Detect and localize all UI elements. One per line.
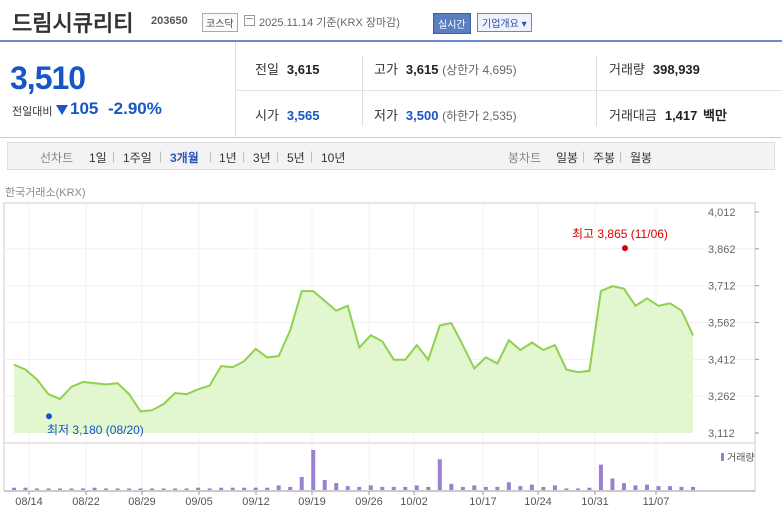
volume-bar (311, 450, 316, 490)
volume-bar (667, 486, 672, 490)
volume-bar (575, 488, 580, 490)
volume-bar (115, 488, 120, 490)
y-tick-label: 4,012 (708, 207, 736, 219)
volume-bar (587, 487, 592, 490)
volume-bar (391, 486, 396, 490)
x-tick-label: 09/05 (185, 496, 213, 508)
volume-bar (518, 486, 523, 490)
volume-bar (656, 486, 661, 490)
y-tick-label: 3,262 (708, 391, 736, 403)
volume-bar (610, 478, 615, 490)
volume-bar (437, 459, 442, 490)
volume-bar (92, 487, 97, 490)
x-tick-label: 09/26 (355, 496, 383, 508)
volume-bar (334, 483, 339, 490)
volume-bar (380, 486, 385, 490)
volume-legend-label: 거래량 (727, 452, 755, 464)
x-tick-label: 10/24 (524, 496, 552, 508)
volume-bar (35, 488, 40, 490)
volume-bar (679, 486, 684, 490)
price-chart: 4,012 3,862 3,712 3,562 3,412 3,262 3,112 08/14… (3, 202, 759, 508)
volume-bar (81, 488, 86, 490)
x-tick-label: 11/07 (643, 496, 670, 508)
y-tick-label: 3,862 (708, 244, 736, 256)
volume-bar (644, 484, 649, 490)
volume-bar (426, 486, 431, 490)
volume-bar (230, 487, 235, 490)
volume-bar (288, 486, 293, 490)
volume-bar (104, 488, 109, 490)
high-annotation: 최고 3,865 (11/06) (572, 227, 668, 241)
volume-bar (46, 488, 51, 490)
volume-bar (253, 487, 258, 490)
volume-bar (541, 486, 546, 490)
volume-bar (322, 480, 327, 490)
volume-bar (242, 487, 247, 490)
x-tick-label: 10/17 (469, 496, 497, 508)
volume-bar (449, 483, 454, 490)
y-tick-label: 3,112 (708, 428, 735, 440)
x-tick-label: 08/29 (128, 496, 156, 508)
volume-bar (23, 487, 28, 490)
volume-bar (345, 486, 350, 490)
volume-bar (621, 483, 626, 490)
volume-bar (150, 488, 155, 490)
volume-bar (495, 486, 500, 490)
volume-bar (598, 464, 603, 490)
volume-bar (483, 486, 488, 490)
x-tick-label: 09/12 (242, 496, 270, 508)
volume-bar (12, 487, 16, 490)
volume-bar (506, 482, 511, 490)
volume-bar (173, 488, 178, 490)
volume-bar (403, 486, 408, 490)
volume-bar (69, 488, 74, 490)
x-tick-label: 09/19 (298, 496, 326, 508)
volume-bar (265, 487, 270, 490)
volume-bar (414, 485, 419, 490)
volume-bar (472, 485, 477, 490)
volume-bar (196, 487, 201, 490)
volume-bar (691, 486, 695, 490)
volume-bar (127, 488, 132, 490)
volume-bar (58, 488, 63, 490)
volume-bar (219, 487, 224, 490)
volume-bar (138, 488, 143, 490)
volume-bar (207, 488, 212, 490)
x-tick-label: 10/02 (400, 496, 428, 508)
volume-bar (529, 484, 534, 490)
volume-bar (564, 488, 569, 490)
y-tick-label: 3,712 (708, 281, 736, 293)
volume-legend-swatch (721, 453, 724, 461)
x-tick-label: 08/22 (72, 496, 100, 508)
volume-bar (161, 488, 166, 490)
x-tick-label: 08/14 (15, 496, 43, 508)
x-tick-label: 10/31 (581, 496, 609, 508)
y-tick-label: 3,412 (708, 354, 736, 366)
volume-frame (3, 442, 756, 492)
low-annotation: 최저 3,180 (08/20) (47, 423, 144, 437)
low-marker (46, 413, 52, 420)
high-marker (622, 245, 628, 252)
volume-bar (276, 485, 281, 490)
volume-bar (552, 485, 557, 490)
volume-bar (357, 486, 362, 490)
volume-bar (184, 488, 189, 490)
volume-bar (368, 485, 373, 490)
y-tick-label: 3,562 (708, 318, 736, 330)
volume-bar (633, 485, 638, 490)
volume-bar (460, 486, 465, 490)
volume-bar (299, 476, 304, 490)
